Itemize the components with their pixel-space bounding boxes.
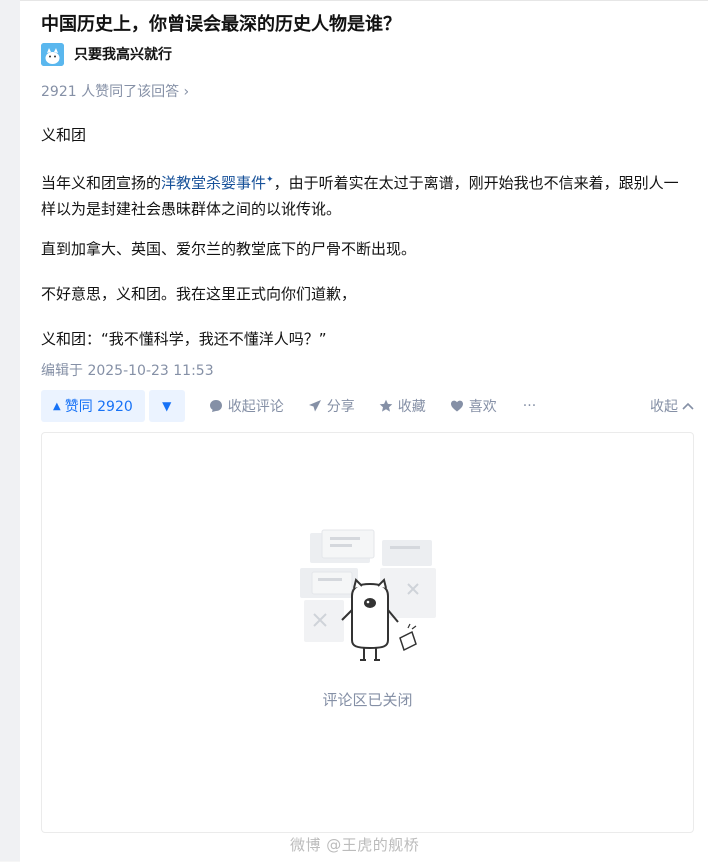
collect-label: 收藏 [397, 399, 426, 415]
avatar[interactable] [41, 42, 64, 66]
heart-icon [450, 400, 463, 412]
comments-panel: 评论区已关闭 [41, 432, 694, 833]
author-name[interactable]: 只要我高兴就行 [74, 44, 172, 64]
share-button[interactable]: 分享 [308, 396, 355, 416]
weibo-watermark: 微博 @王虎的舰桥 [290, 836, 420, 854]
left-gutter [0, 0, 20, 861]
comment-button[interactable]: 收起评论 [209, 396, 284, 416]
like-label: 喜欢 [468, 399, 497, 415]
star-icon [379, 399, 393, 412]
answer-paragraph-5: 义和团：“我不懂科学，我还不懂洋人吗？” [41, 330, 327, 348]
answer-paragraph-2: 当年义和团宣扬的洋教堂杀婴事件✦，由于听着实在太过于离谱，刚开始我也不信来着，跟… [41, 167, 689, 222]
share-plane-icon [308, 400, 321, 412]
collapse-answer-button[interactable]: 收起 [650, 390, 694, 422]
answer-card: 中国历史上，你曾误会最深的历史人物是谁？ 只要我高兴就行 2921 人赞同了该回… [20, 0, 708, 862]
topic-link-text[interactable]: 洋教堂杀婴事件 [161, 174, 266, 192]
chevron-up-icon [682, 402, 694, 410]
upvote-label: 赞同 2920 [64, 399, 133, 415]
upvote-icon: ▲ [53, 400, 61, 412]
comments-closed-text: 评论区已关闭 [322, 691, 413, 709]
downvote-icon: ▼ [162, 399, 172, 413]
downvote-button[interactable]: ▼ [148, 390, 185, 422]
avatar-image [41, 42, 64, 66]
author-row: 只要我高兴就行 [41, 42, 172, 66]
more-options-button[interactable]: ··· [523, 398, 536, 414]
action-bar: ▲ 赞同 2920 ▼ 收起评论 分享 收藏 喜欢 ··· 收起 [41, 390, 694, 422]
collect-button[interactable]: 收藏 [379, 396, 426, 416]
comment-bubble-icon [209, 400, 222, 412]
answer-paragraph-3: 直到加拿大、英国、爱尔兰的教堂底下的尸骨不断出现。 [41, 240, 417, 258]
upvote-count-line[interactable]: 2921 人赞同了该回答 › [41, 81, 189, 101]
share-label: 分享 [326, 399, 355, 415]
answer-paragraph-4: 不好意思，义和团。我在这里正式向你们道歉， [41, 285, 357, 303]
edited-timestamp[interactable]: 编辑于 2025-10-23 11:53 [41, 360, 214, 380]
answer-paragraph-1: 义和团 [41, 126, 87, 144]
collapse-label: 收起 [650, 399, 678, 415]
question-title[interactable]: 中国历史上，你曾误会最深的历史人物是谁？ [41, 10, 401, 36]
inline-topic-link[interactable]: 洋教堂杀婴事件✦ [161, 174, 274, 192]
paragraph-text: 当年义和团宣扬的 [41, 174, 162, 192]
link-sparkle-icon: ✦ [266, 175, 274, 185]
comments-closed-illustration [300, 529, 436, 661]
upvote-button[interactable]: ▲ 赞同 2920 [41, 390, 145, 422]
comment-label: 收起评论 [227, 399, 284, 415]
like-button[interactable]: 喜欢 [450, 396, 497, 416]
